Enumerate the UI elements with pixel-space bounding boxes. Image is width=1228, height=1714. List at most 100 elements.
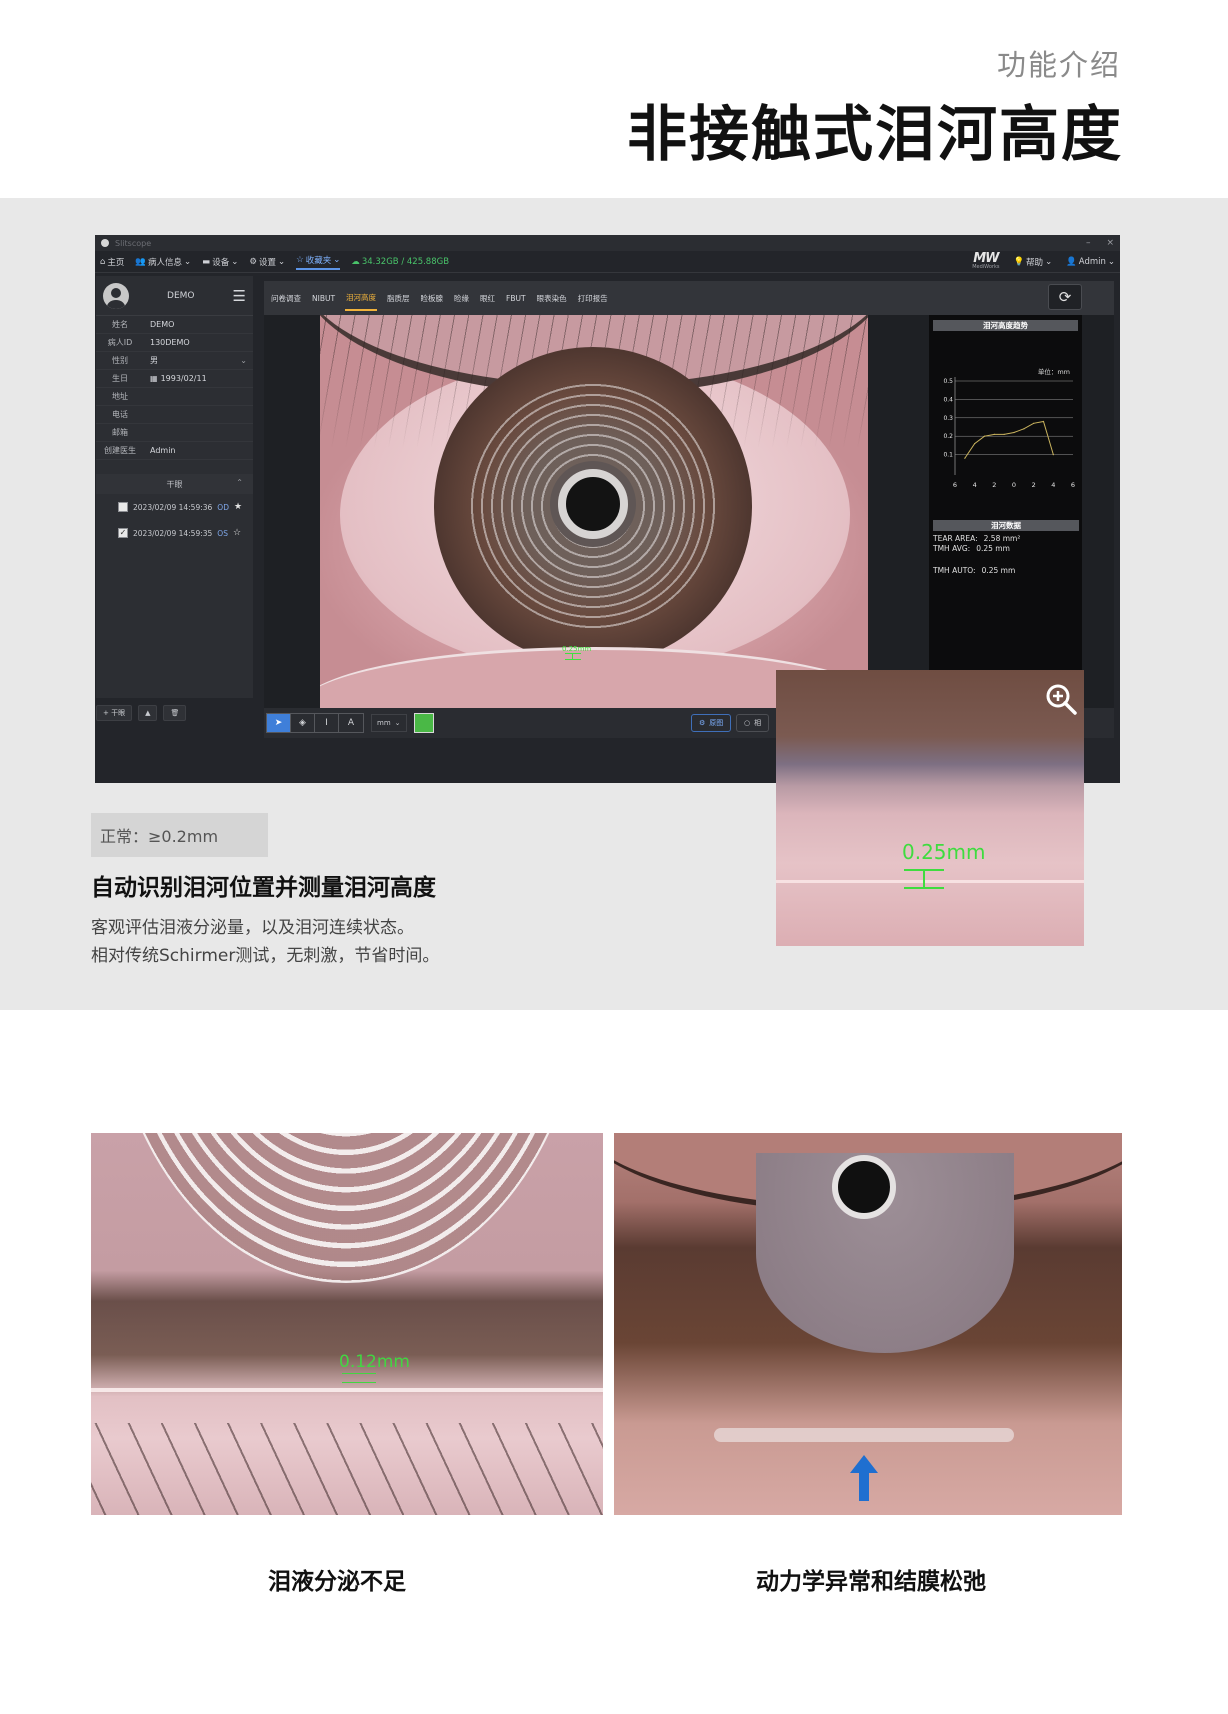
star-outline-icon[interactable]: ☆ [233,528,241,538]
tear-meniscus-measurement: 0.25mm [562,645,591,660]
menu-home[interactable]: ⌂ 主页 [100,256,124,268]
chevron-down-icon: ⌄ [184,256,192,267]
patient-profile: DEMO ☰ [96,276,253,316]
tab-tear-meniscus[interactable]: 泪河高度 [345,286,378,311]
trend-series-line [964,420,1054,459]
unit-select[interactable]: mm ⌄ [371,714,407,732]
trend-point [983,435,986,437]
bulb-icon: 💡 [1013,256,1025,267]
field-email: 邮箱 [96,424,253,442]
tab-redness[interactable]: 眼红 [479,287,496,310]
tab-fbut[interactable]: FBUT [505,288,527,309]
x-tick-label: 4 [1051,481,1055,489]
example-photo-conjunctivochalasis [614,1133,1122,1515]
home-icon: ⌂ [100,256,106,267]
chevron-up-icon: ⌃ [236,478,243,487]
menu-settings[interactable]: ⚙ 设置 ⌄ [249,256,285,268]
image-viewer: 0.25mm 泪河高度趋势 单位：mm 0.5 0.4 0.3 0.2 0.1 6 4 2 0 2… [264,315,1114,708]
trend-point [1052,454,1054,456]
chevron-down-icon: ⌄ [333,254,341,265]
session-group-header[interactable]: 干眼 ⌃ [96,474,253,494]
trend-point [1042,420,1045,423]
calendar-icon: ▦ [150,374,158,383]
x-tick-label: 4 [973,481,977,489]
tool-group: ➤ ◈ Ⅰ A [266,713,364,733]
color-swatch[interactable] [413,713,434,733]
trend-point [1023,428,1025,430]
chevron-down-icon: ⌄ [394,719,401,727]
session-row[interactable]: ✓ 2023/02/09 14:59:35 OS ☆ [96,520,253,546]
x-tick-label: 2 [992,481,996,489]
y-tick-label: 0.3 [943,415,953,422]
app-logo-icon [101,239,109,247]
eraser-icon: ◈ [299,718,306,728]
eraser-tool[interactable]: ◈ [291,714,315,732]
menu-device[interactable]: ▬ 设备 ⌄ [202,256,238,268]
field-gender: 性别男 ⌄ [96,352,253,370]
measure-tool[interactable]: Ⅰ [315,714,339,732]
x-tick-label: 2 [1032,481,1036,489]
delete-button[interactable]: 🗑 [163,705,187,721]
brand-logo: MW MediWorks [972,251,1000,270]
star-icon[interactable]: ★ [234,502,242,512]
text-tool[interactable]: A [339,714,363,732]
refresh-icon: ⟳ [1058,288,1072,306]
example-measurement: 0.12mm [339,1352,410,1372]
field-address: 地址 [96,388,253,406]
field-birthday: 生日 ▦ 1993/02/11 [96,370,253,388]
patient-sidebar: DEMO ☰ 姓名 DEMO 病人ID 130DEMO 性别男 ⌄ 生日 ▦ 1993/0… [96,276,253,698]
gear-icon: ⚙ [249,256,257,267]
field-doctor: 创建医生 Admin [96,442,253,460]
x-tick-label: 6 [953,481,957,489]
add-session-button[interactable]: + 干眼 [96,705,133,721]
original-image-toggle[interactable]: ⚙ 原图 [691,714,732,732]
trend-point [1013,431,1015,434]
session-checkbox[interactable]: ✓ [118,528,128,538]
cursor-icon: ➤ [274,718,283,728]
tab-meibomian[interactable]: 睑板腺 [420,287,445,310]
tab-lipid-layer[interactable]: 脂质层 [386,287,411,310]
menu-favorites[interactable]: ☆ 收藏夹 ⌄ [296,254,341,270]
close-button[interactable]: × [1106,238,1114,248]
tab-nibut[interactable]: NIBUT [311,288,336,309]
chevron-down-icon: ⌄ [1107,256,1115,267]
menu-icon[interactable]: ☰ [233,287,246,305]
trend-chart: 0.5 0.4 0.3 0.2 0.1 6 4 2 0 2 4 6 [943,377,1075,489]
y-tick-label: 0.1 [943,452,953,459]
pointer-tool[interactable]: ➤ [267,714,291,732]
users-icon: 👥 [135,256,147,267]
minimize-button[interactable]: – [1086,238,1091,248]
page-headline: 非接触式泪河高度 [627,100,1123,170]
tab-questionnaire[interactable]: 问卷调查 [270,287,302,310]
text-cursor-icon: Ⅰ [325,718,328,728]
patient-name: DEMO [167,290,195,301]
tab-eyelid-margin[interactable]: 睑缘 [453,287,470,310]
upload-button[interactable]: ▲ [138,705,158,721]
gear-icon: ⚙ [699,719,706,727]
menu-help[interactable]: 💡 帮助 ⌄ [1013,256,1052,268]
y-tick-label: 0.2 [943,433,953,440]
session-row[interactable]: 2023/02/09 14:59:36 OD ★ [96,494,253,520]
result-panel: 泪河高度趋势 单位：mm 0.5 0.4 0.3 0.2 0.1 6 4 2 0 2 4 6 泪河数据… [929,315,1082,708]
eye-image[interactable]: 0.25mm [320,315,868,708]
menu-user[interactable]: 👤 Admin ⌄ [1066,257,1115,267]
chevron-down-icon: ⌄ [240,356,247,365]
data-title: 泪河数据 [933,520,1079,531]
session-checkbox[interactable] [118,502,128,512]
y-tick-label: 0.4 [943,396,953,403]
field-name: 姓名 DEMO [96,316,253,334]
tab-print-report[interactable]: 打印报告 [577,287,609,310]
compare-toggle[interactable]: ○ 相 [736,714,770,732]
y-tick-label: 0.5 [943,378,953,385]
feature-heading: 自动识别泪河位置并测量泪河高度 [91,875,436,901]
user-icon: 👤 [1066,256,1077,267]
tab-staining[interactable]: 眼表染色 [536,287,568,310]
zoom-inset: 0.25mm [776,670,1084,946]
menu-bar: ⌂ 主页 👥 病人信息 ⌄ ▬ 设备 ⌄ ⚙ 设置 ⌄ ☆ 收藏夹 ⌄ ☁ 34.32GB / 42… [95,251,1120,273]
refresh-button[interactable]: ⟳ [1048,284,1082,310]
menu-patient-info[interactable]: 👥 病人信息 ⌄ [135,256,191,268]
caption-left: 泪液分泌不足 [268,1569,406,1595]
trend-point [964,457,966,459]
chevron-down-icon: ⌄ [277,256,286,267]
field-patient-id: 病人ID 130DEMO [96,334,253,352]
